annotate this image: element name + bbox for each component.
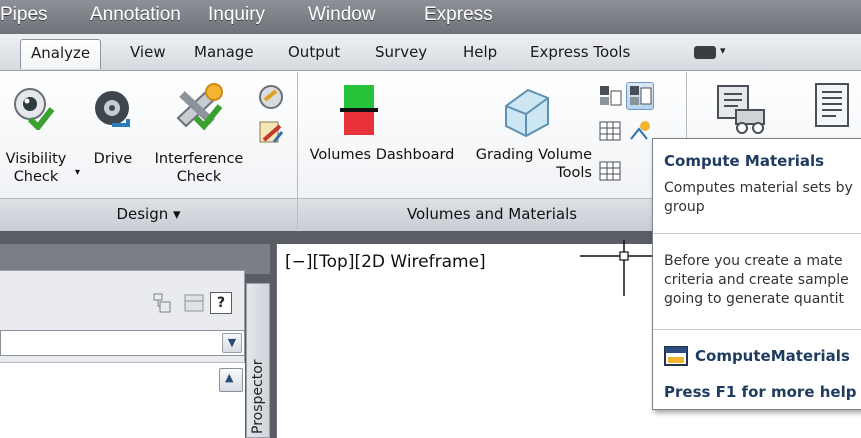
drive-label: Drive — [93, 151, 133, 167]
tab-express-tools[interactable]: Express Tools — [530, 43, 630, 61]
scroll-up-button[interactable]: ▲ — [219, 368, 243, 392]
design-panel-label: Design — [116, 205, 169, 223]
menu-express[interactable]: Express — [424, 4, 493, 26]
tooltip-detail-line: Before you create a mate — [664, 253, 843, 269]
tab-analyze[interactable]: Analyze — [20, 39, 102, 69]
tab-manage[interactable]: Manage — [194, 43, 254, 61]
prospector-tab-label: Prospector — [250, 359, 266, 434]
command-tooltip: Compute Materials Computes material sets… — [652, 138, 861, 410]
material-table-icon — [599, 161, 621, 181]
scroll-up-icon: ▲ — [225, 371, 234, 384]
tooltip-description-line: group — [664, 199, 705, 215]
visibility-check-icon[interactable] — [10, 86, 56, 130]
grading-volume-icon[interactable] — [498, 84, 554, 138]
compute-materials-button[interactable] — [626, 118, 654, 146]
tab-survey[interactable]: Survey — [375, 43, 427, 61]
tooltip-detail-line: criteria and create sample — [664, 272, 849, 288]
table-icon — [599, 121, 621, 141]
interference-check-icon[interactable] — [170, 80, 230, 136]
palette-grid-icon[interactable] — [182, 292, 206, 316]
grading-volume-label: Grading Volume Tools — [475, 147, 592, 181]
tooltip-help-hint: Press F1 for more help — [664, 383, 857, 401]
drive-icon[interactable] — [92, 86, 132, 132]
dropdown-arrow-icon[interactable]: ▾ — [720, 44, 726, 57]
table-button[interactable] — [596, 118, 624, 146]
haul-report-icon[interactable] — [712, 82, 768, 138]
tooltip-description-line: Computes material sets by — [664, 180, 853, 196]
tooltip-title: Compute Materials — [664, 152, 825, 170]
tooltip-command-name: ComputeMaterials — [695, 347, 850, 365]
tooltip-divider — [653, 329, 861, 330]
palette-view-icon[interactable] — [150, 292, 174, 316]
workspace-toggle-icon[interactable] — [694, 46, 716, 59]
compute-materials-icon — [630, 121, 650, 140]
menu-annotation[interactable]: Annotation — [90, 4, 181, 26]
volumes-dashboard-icon[interactable] — [340, 83, 378, 137]
help-icon[interactable]: ? — [210, 292, 232, 314]
prospector-tab[interactable]: Prospector — [246, 283, 270, 438]
menu-window[interactable]: Window — [308, 4, 376, 26]
visibility-dropdown-icon[interactable]: ▾ — [75, 167, 80, 178]
volumes-panel-label: Volumes and Materials — [406, 205, 578, 223]
report-icon[interactable] — [812, 82, 852, 138]
tooltip-detail-line: going to generate quantit — [664, 291, 845, 307]
material-table-button[interactable] — [596, 158, 624, 186]
visibility-check-label: Visibility Check — [5, 151, 67, 185]
tooltip-divider — [653, 233, 861, 234]
menu-bar: Pipes Annotation Inquiry Window Express — [0, 0, 861, 34]
sample-lines-button[interactable] — [626, 82, 654, 110]
palette-tree[interactable] — [0, 362, 245, 438]
crosshair-cursor-icon — [580, 240, 660, 296]
tab-view[interactable]: View — [130, 43, 166, 61]
volumes-dashboard-label: Volumes Dashboard — [309, 147, 455, 163]
menu-inquiry[interactable]: Inquiry — [208, 4, 265, 26]
viewport-controls-label[interactable]: [−][Top][2D Wireframe] — [285, 252, 486, 272]
combo-dropdown-icon[interactable]: ▼ — [222, 333, 242, 353]
check-tools-icon[interactable] — [258, 120, 284, 146]
interference-check-label: Interference Check — [154, 151, 244, 185]
visibility-settings-icon[interactable] — [258, 84, 284, 110]
quantity-takeoff-button[interactable] — [596, 82, 624, 110]
tab-help[interactable]: Help — [463, 43, 497, 61]
tab-output[interactable]: Output — [288, 43, 340, 61]
panel-expand-icon[interactable]: ▾ — [173, 205, 181, 223]
palette-combo[interactable]: ▼ — [0, 330, 245, 356]
design-panel-title[interactable]: Design ▾ — [0, 198, 297, 231]
menu-pipes[interactable]: Pipes — [0, 4, 48, 26]
quantity-takeoff-icon — [600, 86, 622, 106]
volumes-panel-title[interactable]: Volumes and Materials — [298, 198, 686, 231]
command-icon — [664, 346, 688, 366]
sample-lines-icon — [630, 86, 652, 105]
ribbon-tab-bar: Analyze View Manage Output Survey Help E… — [0, 34, 861, 71]
